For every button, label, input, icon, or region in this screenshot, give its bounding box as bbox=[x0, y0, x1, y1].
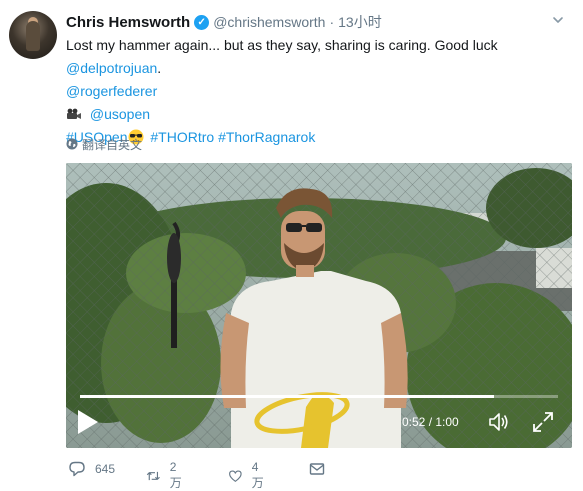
separator-dot: · bbox=[329, 14, 335, 30]
direct-message-button[interactable] bbox=[308, 460, 335, 478]
video-progress-bar[interactable] bbox=[80, 395, 558, 398]
tweet-line-2: @delpotrojuan. bbox=[66, 59, 571, 78]
reply-icon bbox=[69, 461, 85, 477]
hashtag-thortro[interactable]: #THORtro bbox=[150, 129, 214, 145]
mention-suffix: . bbox=[157, 60, 162, 76]
tweet-text-main: Lost my hammer again... but as they say,… bbox=[66, 37, 498, 53]
heart-icon bbox=[229, 470, 242, 482]
verified-badge-icon: ✓ bbox=[194, 14, 210, 30]
tweet-timestamp[interactable]: 13小时 bbox=[338, 12, 382, 32]
avatar-figure-body bbox=[26, 21, 40, 51]
tweet-card: Chris Hemsworth ✓ @chrishemsworth · 13小时… bbox=[0, 0, 583, 490]
author-name[interactable]: Chris Hemsworth bbox=[66, 14, 190, 31]
tweet-header: Chris Hemsworth ✓ @chrishemsworth · 13小时 bbox=[66, 12, 382, 32]
video-current-time: 0:52 bbox=[402, 415, 426, 429]
mention-usopen[interactable]: @usopen bbox=[90, 106, 150, 122]
video-time-separator: / bbox=[425, 415, 436, 429]
tweet-line-1: Lost my hammer again... but as they say,… bbox=[66, 36, 571, 55]
hashtag-thorragnarok[interactable]: #ThorRagnarok bbox=[218, 129, 315, 145]
video-duration: 1:00 bbox=[435, 415, 459, 429]
mention-delpotrojuan[interactable]: @delpotrojuan bbox=[66, 60, 157, 76]
retweet-icon bbox=[146, 471, 160, 480]
like-button[interactable]: 4万 bbox=[228, 460, 267, 491]
tweet-line-4: @usopen bbox=[66, 105, 571, 124]
reply-button[interactable]: 645 bbox=[68, 460, 115, 478]
movie-camera-emoji bbox=[67, 108, 81, 119]
video-time-display: 0:52 / 1:00 bbox=[402, 415, 459, 429]
avatar[interactable] bbox=[9, 11, 57, 59]
video-controls: 0:52 / 1:00 bbox=[66, 395, 572, 448]
fullscreen-icon[interactable] bbox=[532, 411, 554, 433]
translate-label: 翻译自英文 bbox=[82, 137, 143, 152]
mention-rogerfederer[interactable]: @rogerfederer bbox=[66, 83, 157, 99]
retweet-count: 2万 bbox=[169, 460, 182, 490]
like-count: 4万 bbox=[251, 460, 264, 490]
video-progress-fill bbox=[80, 395, 495, 398]
translate-link[interactable]: 翻译自英文 bbox=[66, 136, 142, 152]
volume-icon[interactable] bbox=[488, 411, 510, 433]
play-icon[interactable] bbox=[76, 409, 100, 435]
tweet-line-3: @rogerfederer bbox=[66, 82, 571, 101]
globe-icon bbox=[66, 138, 78, 150]
tweet-text: Lost my hammer again... but as they say,… bbox=[66, 36, 571, 151]
envelope-icon bbox=[309, 463, 325, 475]
chevron-down-icon[interactable] bbox=[552, 14, 564, 26]
retweet-button[interactable]: 2万 bbox=[146, 460, 185, 491]
author-handle[interactable]: @chrishemsworth bbox=[213, 14, 325, 30]
reply-count: 645 bbox=[95, 462, 116, 476]
